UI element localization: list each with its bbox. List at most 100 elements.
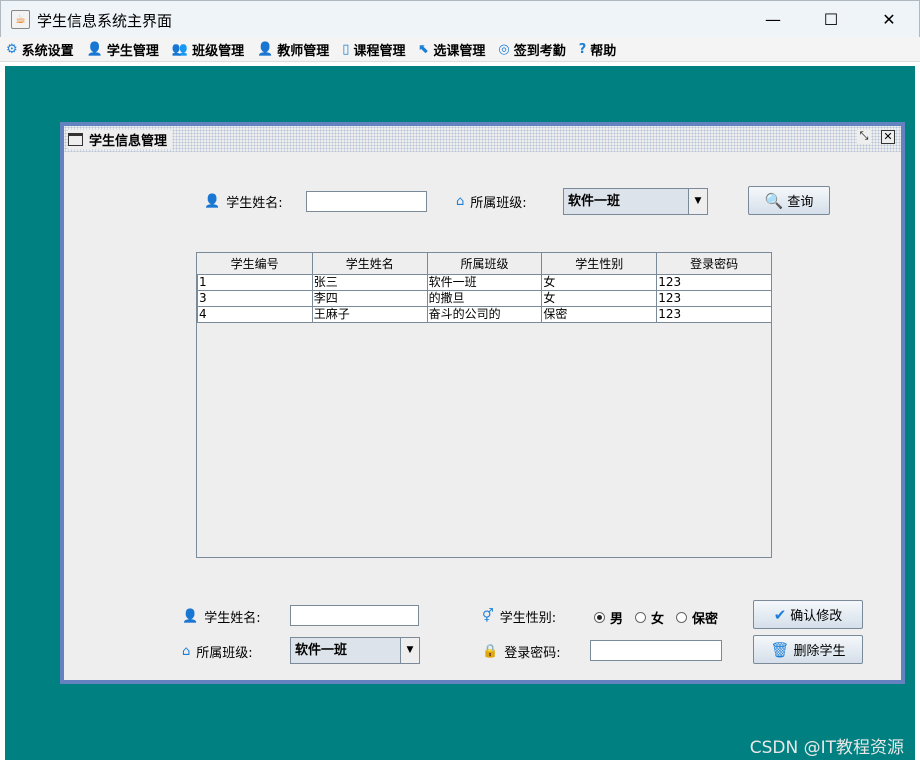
column-header[interactable]: 学生编号 [197,253,313,275]
label-text: 所属班级: [470,196,527,211]
password-label: 🔒 登录密码: [482,642,561,661]
student-icon: 👤 [204,194,221,209]
gender-label: ⚥ 学生性别: [482,607,556,626]
menu-icon: 👤 [86,41,103,57]
internal-frame-title-bar[interactable]: 学生信息管理 ⤡ ✕ [64,126,901,152]
menu-item[interactable]: ▯ 课程管理 [342,37,405,61]
button-label: 删除学生 [793,644,846,659]
edit-name-input[interactable] [290,605,419,626]
menu-item[interactable]: ? 帮助 [579,37,617,61]
delete-student-button[interactable]: 🗑 删除学生 [753,635,863,664]
class-icon: ⌂ [456,194,465,209]
menu-bar: ⚙ 系统设置 👤 学生管理 👥 班级管理 👤 教师管理 ▯ 课程管理 ⬉ 选课管理 ◎ 签到考勤? 帮助 [0,37,920,62]
search-name-label: 👤 学生姓名: [204,192,283,211]
window-title: 学生信息系统主界面 [37,12,173,30]
gender-radio[interactable]: 女 [635,608,664,627]
table-cell[interactable]: 4 [197,306,313,323]
table-cell[interactable]: 奋斗的公司的 [426,306,543,323]
label-text: 学生性别: [499,611,557,626]
edit-class-select[interactable]: 软件一班 ▼ [290,637,420,664]
table-cell[interactable]: 软件一班 [426,274,543,291]
radio-circle[interactable] [676,612,688,623]
table-cell[interactable]: 123 [656,274,772,291]
column-header[interactable]: 学生姓名 [312,253,428,275]
menu-item[interactable]: ◎ 签到考勤 [498,37,565,61]
watermark: CSDN @IT教程资源 [749,738,904,758]
table-cell[interactable]: 女 [541,274,658,291]
search-name-input[interactable] [306,191,427,212]
java-app-icon: ☕ [11,10,30,29]
password-input[interactable] [590,640,722,661]
gender-radio[interactable]: 保密 [676,608,718,627]
minimize-button[interactable]: — [753,7,793,33]
check-circle-icon: ✔ [773,605,787,624]
gender-radio[interactable]: 男 [594,608,623,627]
label-text: 学生姓名: [226,196,283,211]
column-header[interactable]: 学生性别 [541,253,658,275]
maximize-button[interactable]: ☐ [811,7,851,33]
query-button[interactable]: 🔍 查询 [748,186,830,215]
chevron-down-icon[interactable]: ▼ [688,189,707,214]
table-cell[interactable]: 女 [541,290,658,307]
table-row[interactable]: 1 张三 软件一班女 123 [197,274,772,291]
table-cell[interactable]: 李四 [311,290,428,307]
menu-icon: ⬉ [418,41,430,57]
title-bar: ☕ 学生信息系统主界面 — ☐ ✕ [0,0,920,37]
student-table[interactable]: 学生编号 学生姓名 所属班级 学生性别 登录密码 1 张三 软件一班女 123 3 李四 的撒旦女 12… [196,252,772,558]
menu-icon: 👥 [171,41,189,57]
close-frame-button[interactable]: ✕ [881,130,895,144]
label-text: 学生姓名: [204,611,261,626]
table-row[interactable]: 3 李四 的撒旦女 123 [197,290,772,307]
internal-frame-title: 学生信息管理 [89,134,168,149]
table-cell[interactable]: 1 [197,274,313,291]
trash-icon: 🗑 [770,640,790,659]
table-cell[interactable]: 123 [656,290,772,307]
button-label: 查询 [787,195,814,210]
menu-icon: ⚙ [6,41,18,57]
menu-label: 选课管理 [433,43,486,59]
menu-label: 签到考勤 [513,43,566,59]
radio-label: 男 [610,612,624,627]
menu-item[interactable]: ⚙ 系统设置 [6,37,74,61]
gender-icon: ⚥ [482,609,494,624]
menu-label: 帮助 [590,43,617,59]
menu-item[interactable]: 👥 班级管理 [172,37,244,61]
menu-icon: ▯ [342,41,350,57]
menu-label: 系统设置 [21,43,74,59]
menu-icon: 👤 [257,41,274,57]
menu-item[interactable]: 👤 教师管理 [257,37,329,61]
edit-class-label: ⌂ 所属班级: [182,642,253,661]
table-cell[interactable]: 保密 [541,306,658,323]
menu-icon: ? [578,41,587,57]
radio-circle[interactable] [594,612,605,623]
search-class-label: ⌂ 所属班级: [456,192,527,211]
window-icon [68,133,83,146]
menu-item[interactable]: ⬉ 选课管理 [418,37,485,61]
column-header[interactable]: 所属班级 [427,253,543,275]
radio-label: 女 [651,612,665,627]
close-button[interactable]: ✕ [869,7,909,33]
radio-label: 保密 [692,612,719,627]
lock-icon: 🔒 [482,644,499,659]
table-cell[interactable]: 123 [656,306,772,323]
button-label: 确认修改 [790,609,843,624]
search-class-select[interactable]: 软件一班 ▼ [563,188,708,215]
select-value: 软件一班 [295,643,348,658]
label-text: 登录密码: [504,646,561,661]
confirm-edit-button[interactable]: ✔ 确认修改 [753,600,863,629]
table-cell[interactable]: 王麻子 [311,306,428,323]
table-row[interactable]: 4 王麻子 奋斗的公司的 保密 123 [197,306,772,323]
menu-label: 学生管理 [106,43,159,59]
column-header[interactable]: 登录密码 [656,253,772,275]
chevron-down-icon[interactable]: ▼ [400,638,419,663]
iconify-button[interactable]: ⤡ [857,130,871,144]
table-cell[interactable]: 3 [197,290,313,307]
internal-frame-student-management: 学生信息管理 ⤡ ✕ 👤 学生姓名: ⌂ 所属班级: 软件一班 ▼ 🔍 查询 学生编号学… [60,122,905,684]
menu-item[interactable]: 👤 学生管理 [87,37,159,61]
table-cell[interactable]: 的撒旦 [426,290,543,307]
menu-icon: ◎ [498,41,510,57]
radio-circle[interactable] [635,612,647,623]
table-cell[interactable]: 张三 [311,274,428,291]
search-icon: 🔍 [764,191,784,210]
menu-label: 课程管理 [353,43,406,59]
